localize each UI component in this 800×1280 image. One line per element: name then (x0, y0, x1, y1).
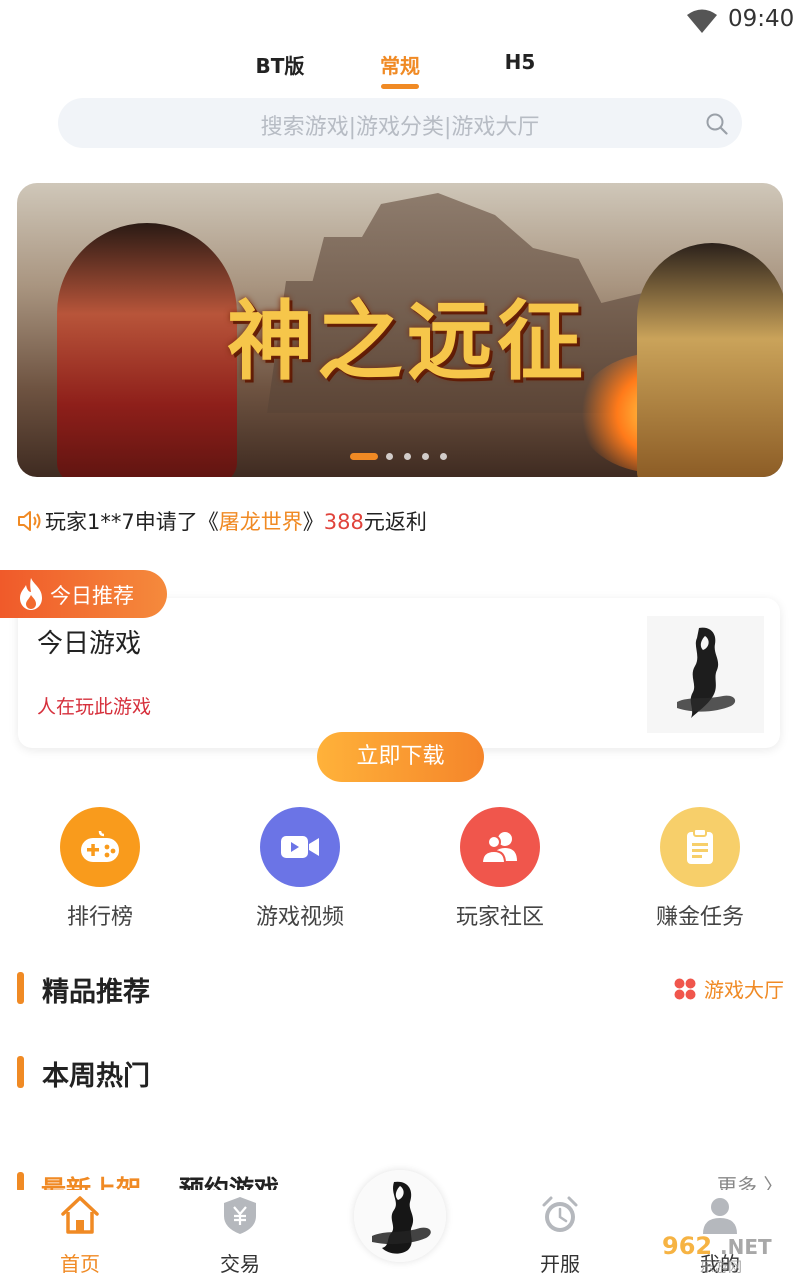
shortcut-game-video[interactable]: 游戏视频 (240, 807, 360, 937)
home-icon (61, 1196, 99, 1234)
wifi-icon (687, 9, 717, 33)
today-game-thumbnail[interactable] (647, 616, 764, 733)
today-players-text: 人在玩此游戏 (37, 696, 152, 718)
svg-text:.NET: .NET (720, 1235, 772, 1259)
status-bar: 09:40 (0, 0, 800, 44)
banner-pagination (350, 453, 460, 461)
tab-reserve-games[interactable]: 预约游戏 (179, 1170, 279, 1190)
shortcut-community-label: 玩家社区 (455, 905, 544, 930)
nav-trade[interactable]: 交易 (180, 1190, 300, 1280)
search-icon[interactable] (706, 113, 728, 135)
banner-hero-art (637, 243, 783, 477)
tab-bt[interactable]: BT版 (240, 50, 320, 79)
nav-server-label: 开服 (540, 1252, 580, 1276)
yen-shield-icon (224, 1197, 256, 1234)
nav-trade-label: 交易 (220, 1252, 260, 1276)
svg-text:962: 962 (662, 1232, 712, 1260)
tab-active-indicator (381, 84, 419, 89)
banner-dot[interactable] (440, 453, 447, 460)
status-time: 09:40 (728, 6, 795, 32)
rebate-notice[interactable]: 玩家1**7申请了《屠龙世界》388元返利 (17, 506, 777, 538)
more-link[interactable]: 更多 〉 (717, 1170, 783, 1190)
today-badge: 今日推荐 (0, 570, 167, 618)
speaker-icon (18, 511, 41, 531)
shortcut-tasks-label: 赚金任务 (655, 905, 744, 930)
video-camera-icon (281, 836, 319, 858)
shortcut-ranking[interactable]: 排行榜 (40, 807, 160, 937)
community-icon (480, 832, 517, 864)
shortcut-ranking-label: 排行榜 (66, 905, 133, 930)
center-game-icon (354, 1170, 446, 1262)
game-hall-link[interactable]: 游戏大厅 (674, 974, 786, 1004)
shortcut-video-label: 游戏视频 (255, 905, 344, 930)
nav-home[interactable]: 首页 (20, 1190, 140, 1280)
notice-game: 屠龙世界 (218, 510, 303, 534)
shortcut-video-circle (260, 807, 340, 887)
weekly-section-title: 本周热门 (42, 1061, 150, 1092)
grid-icon (674, 978, 696, 1000)
search-placeholder: 搜索游戏|游戏分类|游戏大厅 (260, 115, 540, 140)
watermark-logo: 962 .NET 乐游网 (662, 1232, 772, 1276)
shortcut-community[interactable]: 玩家社区 (440, 807, 560, 937)
svg-text:乐游网: 乐游网 (700, 1260, 742, 1276)
notice-text: 玩家1**7申请了《屠龙世界》388元返利 (45, 506, 427, 536)
clipboard-icon (687, 828, 713, 864)
featured-section-bar (17, 972, 24, 1004)
partial-section-bar (17, 1172, 24, 1190)
search-input[interactable]: 搜索游戏|游戏分类|游戏大厅 (58, 98, 742, 148)
gamepad-icon (81, 830, 119, 862)
shortcut-ranking-circle (60, 807, 140, 887)
featured-section-title: 精品推荐 (42, 977, 150, 1008)
banner-dot-active[interactable] (350, 453, 378, 460)
shortcut-earn-tasks[interactable]: 赚金任务 (640, 807, 760, 937)
shortcut-community-circle (460, 807, 540, 887)
banner-dot[interactable] (404, 453, 411, 460)
notice-suffix: 元返利 (363, 510, 427, 534)
today-game-title[interactable]: 今日游戏 (37, 623, 141, 660)
tab-new-release[interactable]: 最新上架 (41, 1170, 141, 1190)
today-badge-label: 今日推荐 (50, 584, 134, 608)
top-tabs: BT版 常规 H5 (0, 50, 800, 90)
shortcut-tasks-circle (660, 807, 740, 887)
banner-carousel[interactable]: 神之远征 (17, 183, 783, 477)
banner-dot[interactable] (386, 453, 393, 460)
game-hall-label: 游戏大厅 (704, 978, 784, 1002)
nav-home-label: 首页 (60, 1252, 100, 1276)
banner-title: 神之远征 (227, 291, 587, 392)
notice-prefix: 玩家1**7申请了《 (45, 510, 219, 534)
tab-regular[interactable]: 常规 (360, 50, 440, 79)
tab-h5[interactable]: H5 (480, 50, 560, 74)
nav-center-game-button[interactable] (354, 1170, 446, 1262)
nav-server-open[interactable]: 开服 (500, 1190, 620, 1280)
banner-dot[interactable] (422, 453, 429, 460)
notice-amount: 388 (323, 510, 364, 534)
flame-icon (20, 578, 42, 610)
download-button[interactable]: 立即下载 (317, 732, 484, 782)
notice-middle: 》 (302, 510, 324, 534)
weekly-section-bar (17, 1056, 24, 1088)
alarm-clock-icon (542, 1196, 578, 1232)
